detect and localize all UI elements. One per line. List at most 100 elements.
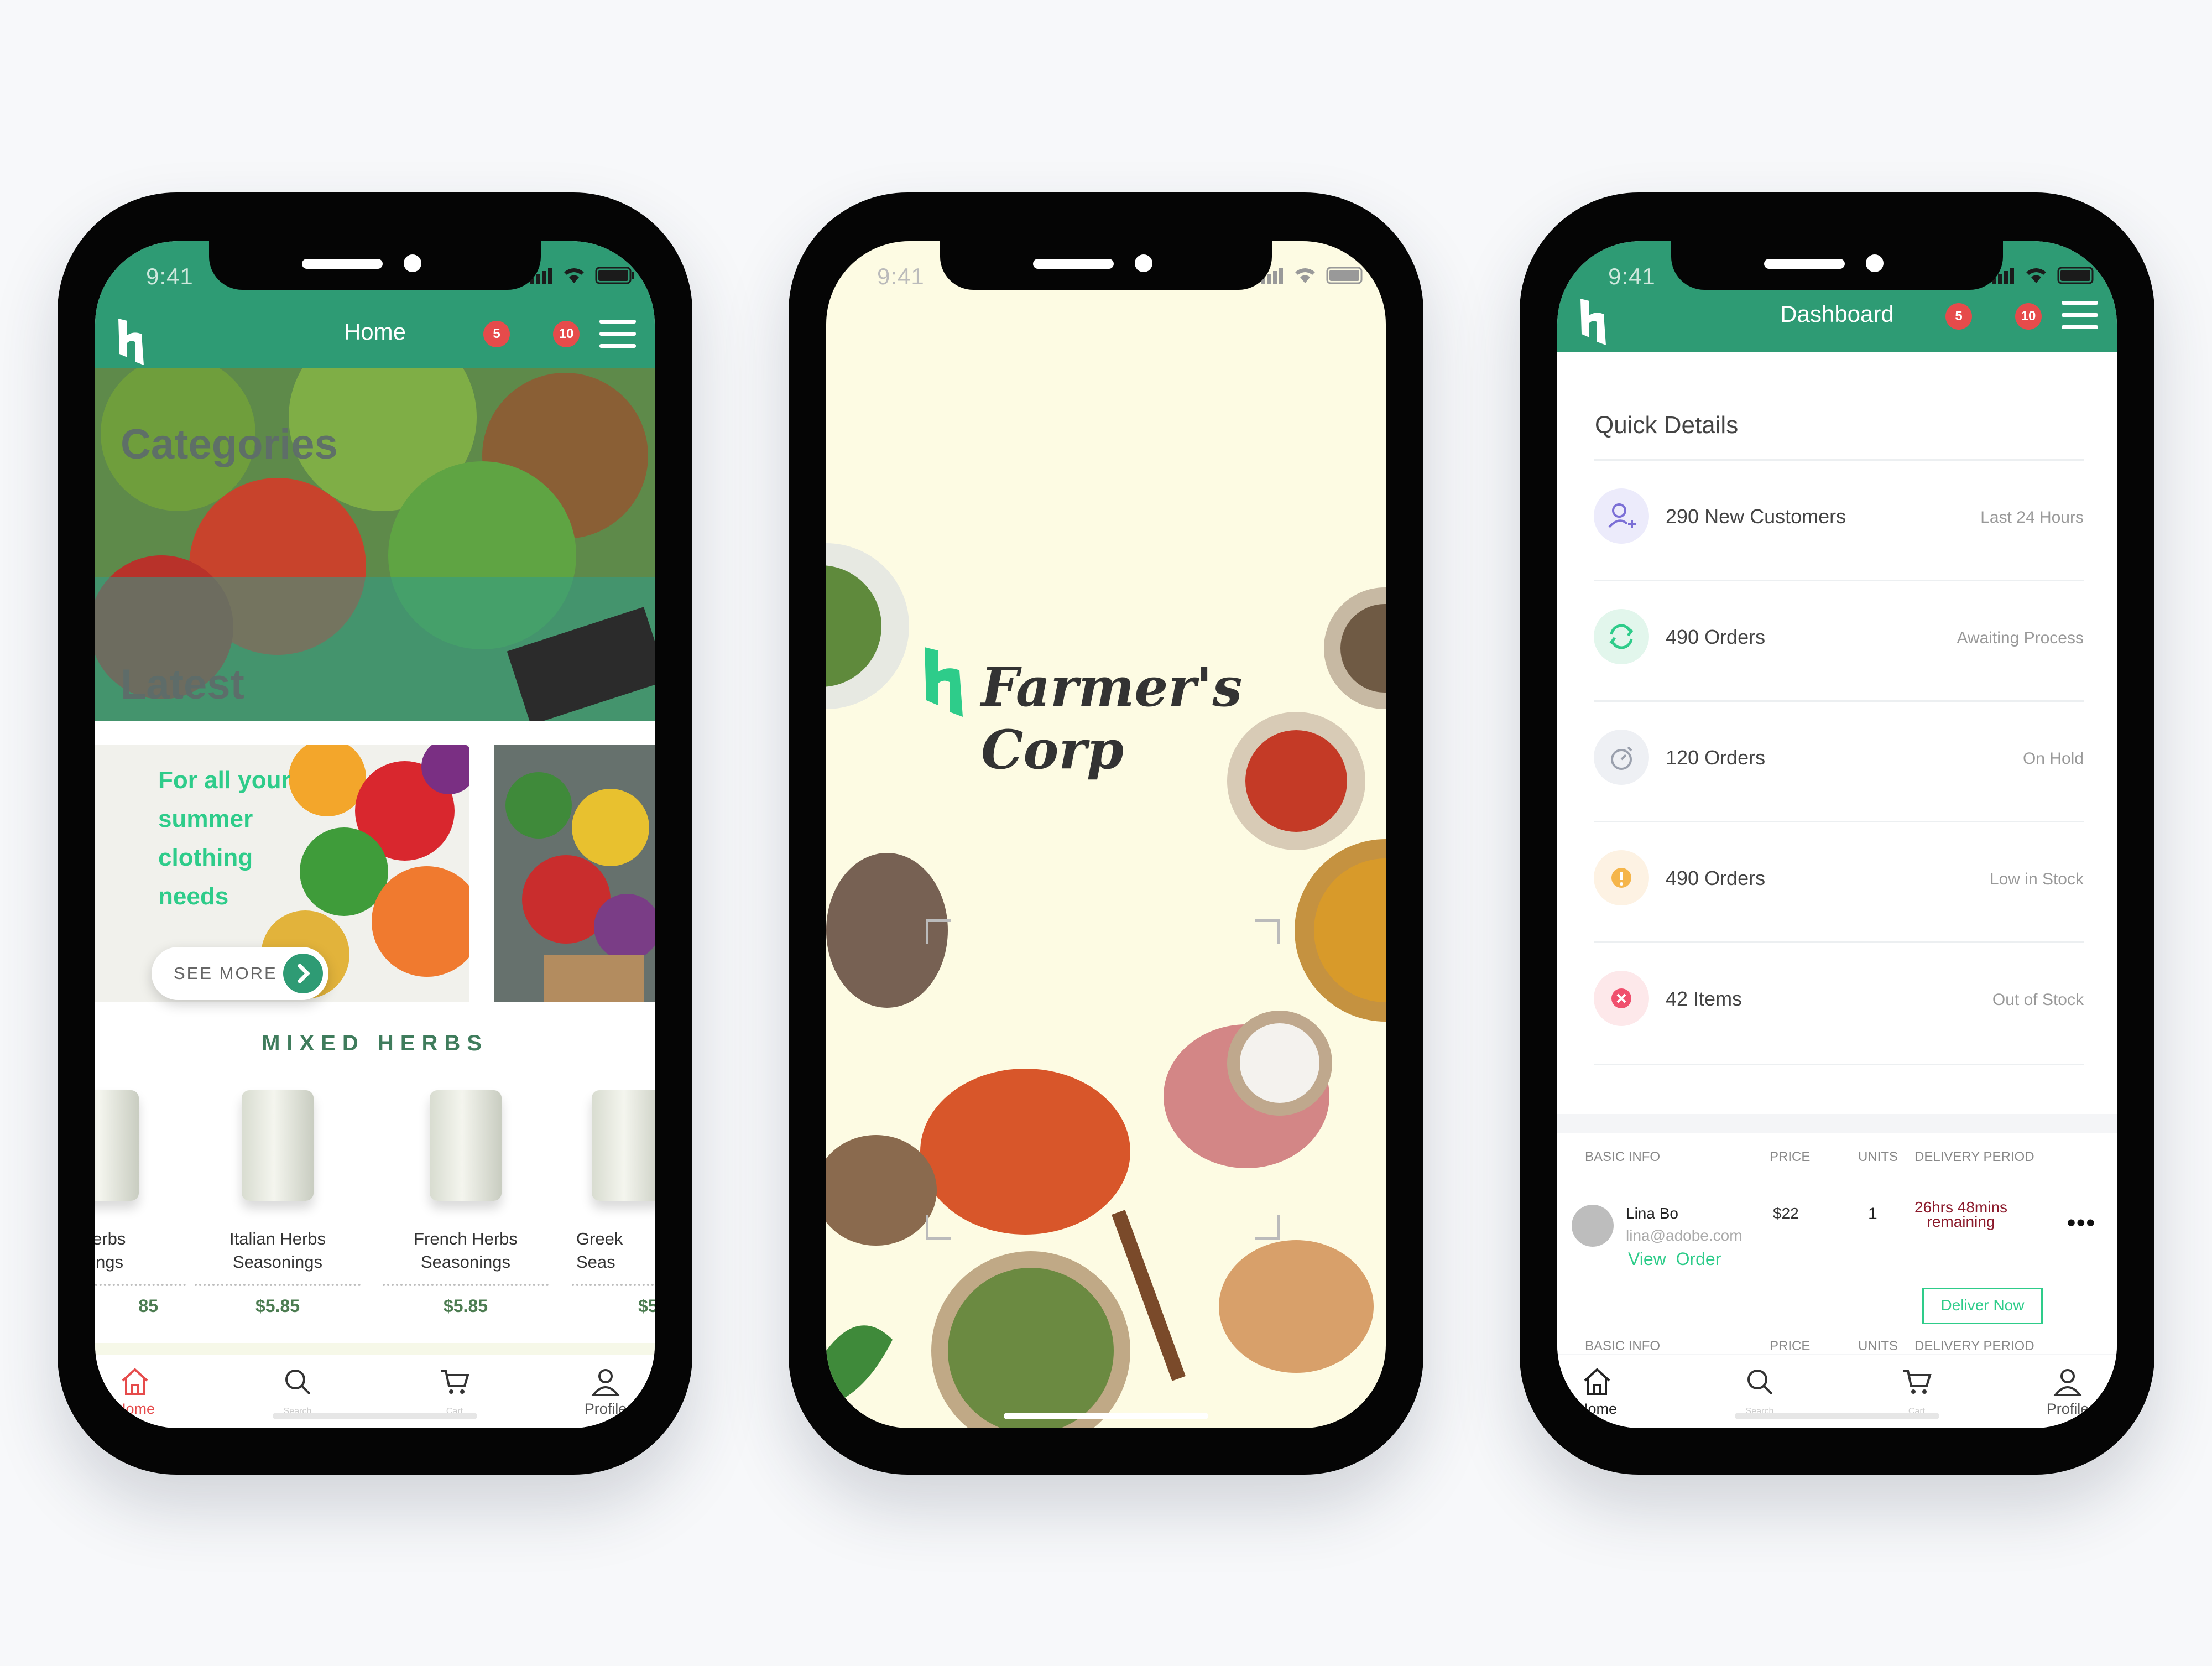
customer-email: lina@adobe.com: [1626, 1227, 1743, 1244]
refresh-icon: [1594, 609, 1649, 664]
close-icon: [1594, 971, 1649, 1026]
phone-dashboard: 9:41 Dashboard 5 10 Quick Details 290 Ne…: [1520, 192, 2154, 1475]
status-icons: [1261, 267, 1363, 284]
vegetables-photo: [494, 745, 655, 1002]
search-icon: [1747, 1370, 1773, 1395]
status-time: 9:41: [146, 263, 194, 289]
row-subtext: Last 24 Hours: [1980, 508, 2084, 527]
product-can-image: [242, 1090, 314, 1201]
product-card[interactable]: French Herbs Seasonings $5.85: [383, 1090, 549, 1316]
divider: [572, 1284, 655, 1286]
see-more-label: SEE MORE: [174, 964, 278, 983]
home-screen: 9:41 Home 5 10 Categories Latest For all…: [95, 241, 655, 1428]
product-name: Italian Herbs Seasonings: [229, 1229, 326, 1272]
detail-row-awaiting-process[interactable]: 490 Orders Awaiting Process: [1594, 580, 2084, 702]
mixed-herbs-title: MIXED HERBS: [262, 1031, 488, 1055]
product-card[interactable]: Italian Herbs Seasonings $5.85: [195, 1090, 361, 1316]
arrow-right-icon: [283, 954, 323, 993]
dashboard-screen: 9:41 Dashboard 5 10 Quick Details 290 Ne…: [1557, 241, 2117, 1428]
order-units: 1: [1868, 1205, 1877, 1223]
add-user-icon: [1594, 488, 1649, 544]
home-icon: [122, 1368, 148, 1395]
detail-row-new-customers[interactable]: 290 New Customers Last 24 Hours: [1594, 459, 2084, 581]
quick-details-title: Quick Details: [1595, 412, 1739, 439]
col-basic-info: BASIC INFO: [1585, 1149, 1661, 1164]
avatar: [1572, 1205, 1614, 1247]
more-options-icon[interactable]: •••: [2067, 1209, 2096, 1237]
row-label: 290 New Customers: [1666, 505, 1846, 528]
alert-icon: [1594, 850, 1649, 905]
product-price: $5.85: [443, 1296, 488, 1316]
deliver-now-button[interactable]: Deliver Now: [1922, 1288, 2043, 1324]
latest-label: Latest: [121, 661, 244, 708]
product-price: $5: [638, 1296, 655, 1316]
product-name: French Herbs Seasonings: [414, 1229, 518, 1272]
col-basic-info: BASIC INFO: [1585, 1339, 1661, 1353]
home-indicator: [273, 1413, 477, 1419]
home-indicator: [1004, 1413, 1208, 1419]
row-subtext: Out of Stock: [1992, 991, 2084, 1009]
categories-label: Categories: [121, 421, 338, 468]
search-icon: [285, 1370, 311, 1395]
notch: [1671, 241, 2003, 290]
tab-profile[interactable]: Profile: [570, 1366, 641, 1418]
table-row[interactable]: Lina Bo lina@adobe.com View Order $22 1 …: [1557, 1188, 2117, 1324]
tab-home[interactable]: Home: [95, 1366, 179, 1418]
cart-badge[interactable]: 10: [553, 321, 580, 347]
phone-splash: 9:41 Farmer's Corp: [789, 192, 1423, 1475]
product-name: Herbsnings: [95, 1229, 126, 1272]
menu-icon[interactable]: [2062, 301, 2098, 330]
tab-cart[interactable]: Cart: [410, 1366, 499, 1418]
status-time: 9:41: [1608, 263, 1656, 289]
cart-icon: [441, 1370, 469, 1394]
status-time: 9:41: [877, 263, 925, 289]
phone-home: 9:41 Home 5 10 Categories Latest For all…: [58, 192, 692, 1475]
home-indicator: [1735, 1413, 1939, 1419]
product-name: Greek Seas: [576, 1229, 623, 1272]
product-price: $5.85: [255, 1296, 300, 1316]
delivery-remaining: 26hrs 48mins remaining: [1914, 1199, 2008, 1230]
tab-cart[interactable]: Cart: [1872, 1366, 1961, 1418]
notch: [209, 241, 541, 290]
tab-home[interactable]: Home: [1557, 1366, 1641, 1418]
detail-row-on-hold[interactable]: 120 Orders On Hold: [1594, 700, 2084, 822]
view-order-link[interactable]: View Order: [1628, 1249, 1721, 1269]
row-subtext: Awaiting Process: [1957, 629, 2084, 647]
cart-badge[interactable]: 10: [2015, 303, 2042, 330]
notification-badge[interactable]: 5: [1945, 303, 1972, 330]
orders-table: BASIC INFO PRICE UNITS DELIVERY PERIOD L…: [1557, 1133, 2117, 1354]
notification-badge[interactable]: 5: [483, 321, 510, 347]
col-units: UNITS: [1858, 1149, 1898, 1164]
row-label: 490 Orders: [1666, 626, 1766, 648]
detail-row-low-stock[interactable]: 490 Orders Low in Stock: [1594, 821, 2084, 943]
scan-frame: [926, 919, 1280, 1240]
product-card[interactable]: Herbsnings 85: [95, 1090, 186, 1316]
row-label: 490 Orders: [1666, 867, 1766, 889]
divider: [383, 1284, 549, 1286]
detail-row-out-of-stock[interactable]: 42 Items Out of Stock: [1594, 941, 2084, 1065]
menu-icon[interactable]: [599, 320, 636, 348]
product-can-image: [430, 1090, 502, 1201]
promo-card-2[interactable]: [494, 745, 655, 1002]
splash-screen: 9:41 Farmer's Corp: [826, 241, 1386, 1428]
status-icons: [1992, 267, 2094, 284]
divider: [95, 1284, 186, 1286]
tab-profile[interactable]: Profile: [2032, 1366, 2104, 1418]
content-strip: [95, 1343, 655, 1355]
row-label: 42 Items: [1666, 987, 1743, 1010]
tab-search[interactable]: Search: [253, 1366, 342, 1418]
profile-icon: [591, 1369, 620, 1396]
customer-name: Lina Bo: [1626, 1205, 1678, 1222]
col-delivery-period: DELIVERY PERIOD: [1914, 1339, 2034, 1353]
product-can-image: [592, 1090, 655, 1201]
product-card[interactable]: Greek Seas $5: [572, 1090, 655, 1316]
see-more-button[interactable]: SEE MORE: [152, 947, 328, 1000]
tab-search[interactable]: Search: [1715, 1366, 1804, 1418]
promo-text: For all your summer clothing needs: [158, 767, 291, 910]
col-price: PRICE: [1770, 1149, 1811, 1164]
categories-banner-image[interactable]: Categories Latest: [95, 367, 655, 721]
row-label: 120 Orders: [1666, 746, 1766, 769]
quick-details-card: Quick Details 290 New Customers Last 24 …: [1557, 352, 2117, 1114]
row-subtext: On Hold: [2022, 749, 2084, 768]
notch: [940, 241, 1272, 290]
